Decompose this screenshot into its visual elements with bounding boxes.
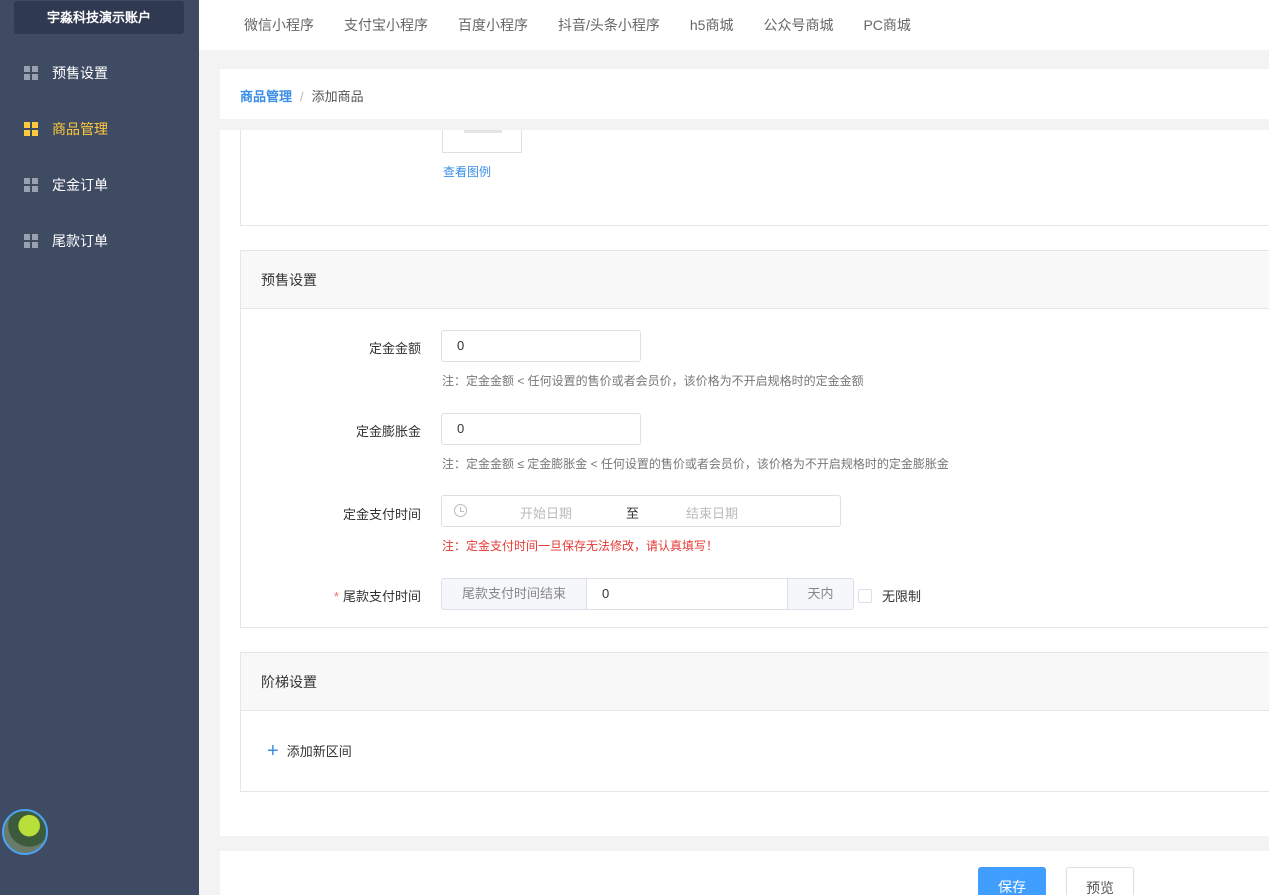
sidebar-item-label: 商品管理 [52,121,108,137]
sidebar-item-product-management[interactable]: 商品管理 [0,101,199,157]
breadcrumb-current: 添加商品 [311,89,364,104]
balance-days-input[interactable]: 0 [587,578,787,610]
unlimited-checkbox[interactable] [858,588,872,603]
save-button[interactable]: 保存 [978,867,1046,895]
account-name[interactable]: 宇淼科技演示账户 [14,1,184,34]
main-card: 商品管理 / 添加商品 查看图例 预售设置 定金金额 0 注：定金金额 < 任何设置… [220,69,1269,895]
sidebar-item-presale-settings[interactable]: 预售设置 [0,45,199,101]
grid-icon [24,122,38,136]
grid-icon [24,234,38,248]
tab-wechat-miniprogram[interactable]: 微信小程序 [244,15,314,35]
end-date-input[interactable]: 结束日期 [686,503,738,522]
deposit-amount-input[interactable]: 0 [441,330,641,362]
add-range-button[interactable]: + 添加新区间 [267,739,352,762]
grid-icon [24,178,38,192]
divider [220,119,1269,130]
unlimited-label: 无限制 [882,589,922,604]
tab-alipay-miniprogram[interactable]: 支付宝小程序 [344,15,428,35]
clock-icon [454,504,467,517]
balance-time-input-group: 尾款支付时间结束 0 天内 [441,578,854,610]
deposit-amount-note: 注：定金金额 < 任何设置的售价或者会员价，该价格为不开启规格时的定金金额 [442,374,864,388]
sidebar-item-label: 尾款订单 [52,233,108,249]
view-example-link[interactable]: 查看图例 [443,163,491,180]
range-separator: 至 [626,506,640,521]
balance-time-append: 天内 [787,578,854,610]
deposit-time-note: 注：定金支付时间一旦保存无法修改，请认真填写！ [442,539,719,553]
image-upload-box[interactable] [442,130,522,153]
tab-official-account-mall[interactable]: 公众号商城 [763,15,833,35]
start-date-input[interactable]: 开始日期 [520,503,572,522]
add-range-label: 添加新区间 [286,744,352,759]
unlimited-checkbox-wrap[interactable]: 无限制 [858,586,921,605]
avatar[interactable] [2,809,48,855]
balance-time-prepend: 尾款支付时间结束 [441,578,587,610]
sidebar-item-label: 预售设置 [52,65,108,81]
tab-h5-mall[interactable]: h5商城 [690,15,734,35]
ladder-panel: 阶梯设置 + 添加新区间 [240,652,1269,792]
image-thumbnail [464,130,502,133]
breadcrumb-link-products[interactable]: 商品管理 [240,89,292,104]
sidebar-item-label: 定金订单 [52,177,108,193]
deposit-swell-label: 定金膨胀金 [355,424,421,439]
balance-time-label: * 尾款支付时间 [241,586,421,605]
tab-baidu-miniprogram[interactable]: 百度小程序 [458,15,528,35]
breadcrumb: 商品管理 / 添加商品 [240,86,364,105]
plus-icon: + [267,739,279,762]
presale-panel: 预售设置 定金金额 0 注：定金金额 < 任何设置的售价或者会员价，该价格为不开… [240,250,1269,628]
required-mark: * [333,589,339,604]
deposit-time-range-picker[interactable]: 开始日期 至 结束日期 [441,495,841,527]
presale-panel-title: 预售设置 [241,251,1269,309]
deposit-time-label: 定金支付时间 [342,507,421,522]
tab-pc-mall[interactable]: PC商城 [863,15,910,35]
breadcrumb-separator: / [300,89,304,104]
deposit-amount-label: 定金金额 [368,341,421,356]
deposit-swell-input[interactable]: 0 [441,413,641,445]
sidebar: 宇淼科技演示账户 预售设置 商品管理 定金订单 尾款订单 [0,0,199,895]
sidebar-item-balance-orders[interactable]: 尾款订单 [0,213,199,269]
deposit-swell-note: 注：定金金额 ≤ 定金膨胀金 < 任何设置的售价或者会员价，该价格为不开启规格时… [442,457,949,471]
preview-button[interactable]: 预览 [1066,867,1134,895]
tab-douyin-miniprogram[interactable]: 抖音/头条小程序 [558,15,660,35]
sidebar-item-deposit-orders[interactable]: 定金订单 [0,157,199,213]
grid-icon [24,66,38,80]
image-panel: 查看图例 [240,130,1269,226]
ladder-panel-title: 阶梯设置 [241,653,1269,711]
divider [220,836,1269,851]
balance-time-label-text: 尾款支付时间 [342,589,421,604]
platform-tabs: 微信小程序 支付宝小程序 百度小程序 抖音/头条小程序 h5商城 公众号商城 P… [199,0,1269,50]
